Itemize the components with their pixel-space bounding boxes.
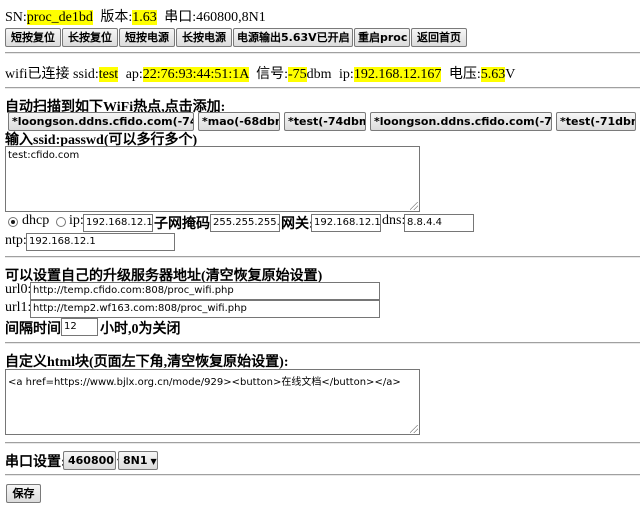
wifi-ssid: test — [98, 67, 119, 82]
signal-value: -75 — [287, 67, 307, 82]
static-ip-radio[interactable] — [56, 217, 66, 227]
baud-value: 460800 — [68, 454, 114, 467]
hotspot-button[interactable]: *loongson.ddns.cfido.com(-70dbm) — [370, 112, 552, 131]
divider — [5, 342, 640, 344]
resize-grip-icon[interactable] — [410, 425, 418, 433]
voltage-unit: V — [505, 67, 516, 82]
mask-label: 子网掩码: — [154, 217, 215, 232]
signal-unit: dbm — [306, 67, 332, 82]
html-block-textarea[interactable]: <a href=https://www.bjlx.org.cn/mode/929… — [5, 369, 420, 435]
url0-input[interactable]: http://temp.cfido.com:808/proc_wifi.php — [30, 282, 380, 300]
restart-proc-button[interactable]: 重启proc — [354, 28, 410, 47]
wifi-status-line: wifi已连接 ssid:test ap:22:76:93:44:51:1A 信… — [5, 63, 515, 83]
serial-info: 串口:460800,8N1 — [164, 10, 266, 25]
divider — [5, 256, 640, 258]
divider — [5, 474, 640, 476]
ip-input[interactable]: 192.168.12.167 — [83, 214, 153, 232]
url0-label: url0: — [5, 282, 32, 297]
url1-input[interactable]: http://temp2.wf163.com:808/proc_wifi.php — [30, 300, 380, 318]
wifi-connected-label: wifi已连接 ssid: — [5, 67, 99, 82]
version-value: 1.63 — [132, 10, 157, 25]
divider — [5, 442, 640, 444]
divider — [5, 87, 640, 89]
dhcp-radio[interactable] — [8, 217, 18, 227]
html-block-text: <a href=https://www.bjlx.org.cn/mode/929… — [8, 377, 401, 388]
long-power-button[interactable]: 长按电源 — [176, 28, 232, 47]
format-select[interactable]: 8N1 ▼ — [118, 451, 158, 470]
hotspot-button[interactable]: *test(-74dbm) — [284, 112, 366, 131]
sn-value: proc_de1bd — [26, 10, 93, 25]
dns-input[interactable]: 8.8.4.4 — [404, 214, 474, 232]
divider — [5, 52, 640, 54]
ap-label: ap: — [125, 67, 143, 82]
ssid-passwd-textarea[interactable]: test:cfido.com — [5, 146, 420, 212]
ip-label: ip: — [339, 67, 354, 82]
serial-settings-label: 串口设置: — [5, 455, 66, 470]
power-output-button[interactable]: 电源输出5.63V已开启 — [233, 28, 353, 47]
short-reset-button[interactable]: 短按复位 — [5, 28, 61, 47]
hotspot-button[interactable]: *test(-71dbm) — [556, 112, 636, 131]
chevron-down-icon: ▼ — [150, 457, 157, 466]
static-ip-label: ip: — [69, 213, 84, 228]
signal-label: 信号: — [256, 67, 288, 82]
long-reset-button[interactable]: 长按复位 — [62, 28, 118, 47]
interval-input[interactable]: 12 — [61, 318, 98, 336]
ntp-label: ntp: — [5, 233, 27, 248]
url1-label: url1: — [5, 300, 32, 315]
gateway-label: 网关: — [281, 217, 314, 232]
ssid-passwd-text: test:cfido.com — [8, 150, 80, 161]
short-power-button[interactable]: 短按电源 — [119, 28, 175, 47]
save-button[interactable]: 保存 — [6, 484, 41, 503]
voltage-value: 5.63 — [480, 67, 506, 82]
hotspot-button[interactable]: *mao(-68dbm) — [198, 112, 280, 131]
voltage-label: 电压: — [448, 67, 481, 82]
interval-suffix: 小时,0为关闭 — [100, 322, 181, 337]
interval-label: 间隔时间: — [5, 322, 66, 337]
ntp-input[interactable]: 192.168.12.1 — [26, 233, 175, 251]
status-line: SN:proc_de1bd 版本:1.63 串口:460800,8N1 — [5, 6, 266, 26]
resize-grip-icon[interactable] — [410, 202, 418, 210]
ip-value: 192.168.12.167 — [353, 67, 442, 82]
baud-select[interactable]: 460800▼ — [63, 451, 123, 470]
dhcp-label: dhcp — [22, 213, 50, 228]
dns-label: dns: — [382, 213, 406, 228]
version-label: 版本: — [100, 10, 133, 25]
ap-value: 22:76:93:44:51:1A — [142, 67, 249, 82]
gateway-input[interactable]: 192.168.12.1 — [311, 214, 381, 232]
sn-label: SN: — [5, 10, 27, 25]
home-button[interactable]: 返回首页 — [411, 28, 467, 47]
format-value: 8N1 — [123, 454, 148, 467]
html-block-title: 自定义html块(页面左下角,清空恢复原始设置): — [5, 355, 289, 370]
mask-input[interactable]: 255.255.255.0 — [210, 214, 280, 232]
